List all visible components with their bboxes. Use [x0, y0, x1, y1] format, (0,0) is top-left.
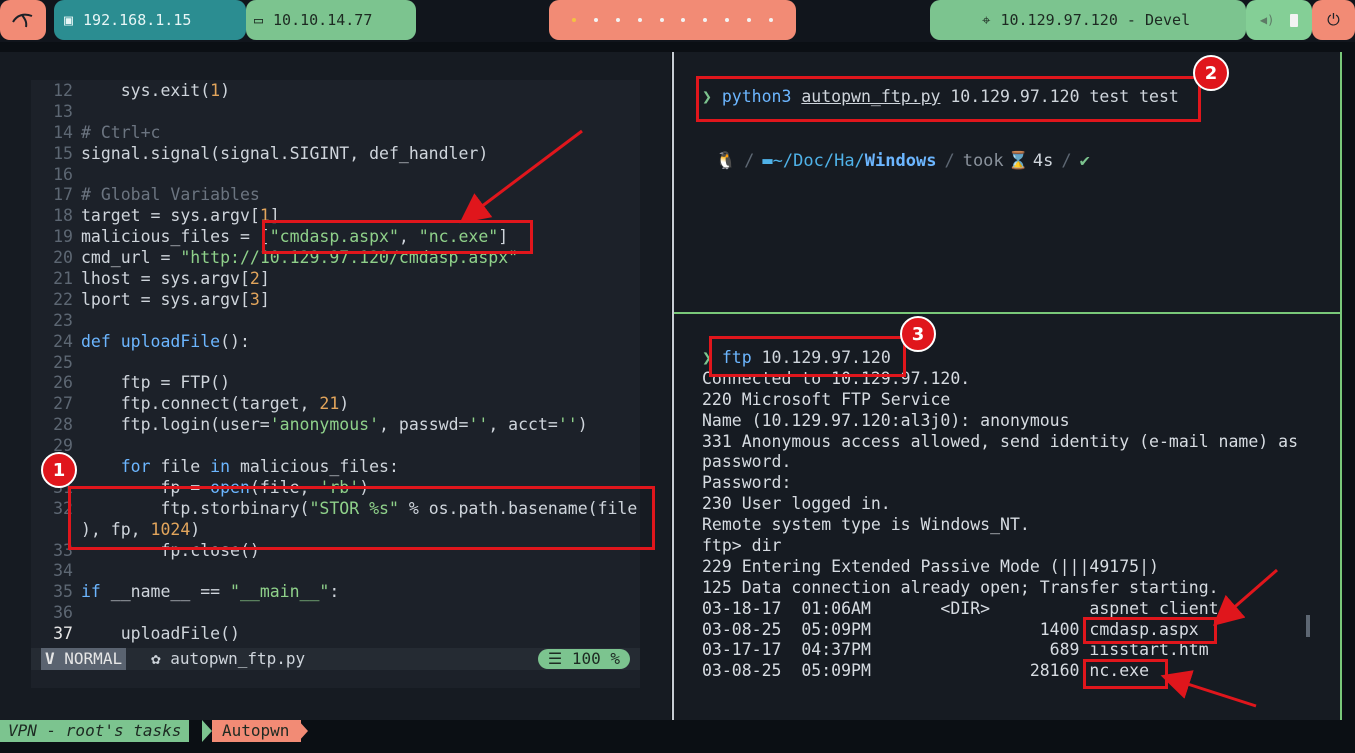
tmux-session-tab[interactable]: VPN - root's tasks [0, 720, 190, 742]
tmux-status-bar: VPN - root's tasks Autopwn [0, 720, 1355, 753]
highlight-nc [1083, 659, 1168, 689]
highlight-cmdasp [1083, 617, 1217, 644]
arrow-to-nc [1160, 670, 1257, 708]
highlight-python-cmd [696, 76, 1201, 122]
tmux-window-tab[interactable]: Autopwn [212, 720, 302, 742]
badge-1: 1 [41, 452, 77, 488]
arrow-to-malicious-files [459, 129, 583, 224]
badge-2: 2 [1193, 55, 1229, 91]
tab-separator [202, 720, 212, 742]
highlight-storbinary [68, 486, 655, 550]
highlight-ftp-cmd [709, 336, 906, 377]
badge-3: 3 [900, 316, 936, 352]
arrow-to-cmdasp [1212, 568, 1278, 626]
tab-separator [298, 720, 308, 742]
highlight-malicious-files [262, 220, 533, 254]
